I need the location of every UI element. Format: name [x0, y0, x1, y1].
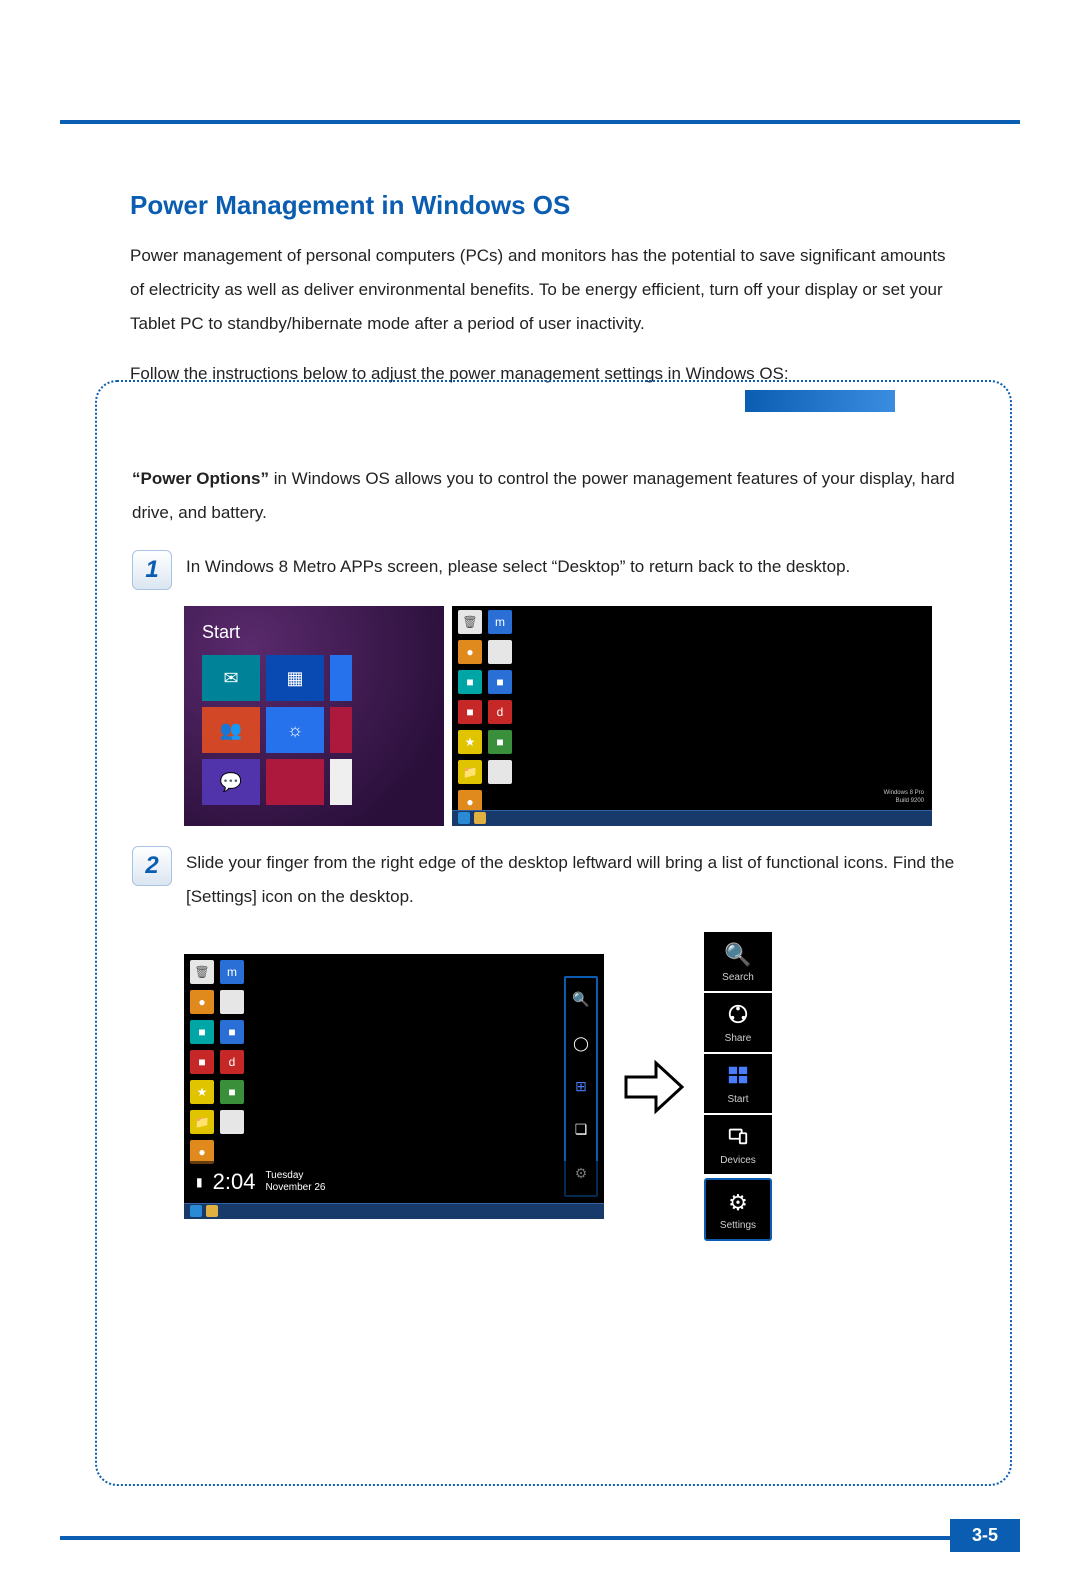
tile-ie[interactable]	[330, 655, 352, 701]
tile-people[interactable]: 👥	[202, 707, 260, 753]
charm-start[interactable]: Start	[704, 1054, 772, 1113]
clock-time: 2:04	[213, 1169, 256, 1195]
app-icon[interactable]: ★	[190, 1080, 214, 1104]
app-icon[interactable]: ■	[190, 1050, 214, 1074]
desktop-screen: 🗑 m ● ■ ■ ■ d ★ ■ 📁 ● Windows 8 Pro Buil…	[452, 606, 932, 826]
taskbar-ie-icon[interactable]	[458, 812, 470, 824]
step-badge-1: 1	[132, 550, 172, 590]
app-icon[interactable]: ■	[220, 1020, 244, 1044]
windows-logo-icon	[708, 1064, 768, 1090]
app-icon[interactable]	[220, 990, 244, 1014]
taskbar[interactable]	[452, 810, 932, 826]
recycle-bin-icon[interactable]: 🗑	[190, 960, 214, 984]
app-icon[interactable]: ■	[458, 700, 482, 724]
gear-icon: ⚙	[710, 1190, 766, 1216]
watermark-line1: Windows 8 Pro	[884, 790, 924, 798]
weather-icon: ☼	[287, 720, 304, 741]
search-icon[interactable]: 🔍	[572, 991, 589, 1008]
desktop-with-charms: 🗑 m ● ■ ■ ■ d ★ ■ 📁 ● 🔍 ◯ ⊞ ❏ ⚙	[184, 954, 604, 1219]
charm-settings[interactable]: ⚙ Settings	[704, 1178, 772, 1241]
page-number-badge: 3-5	[950, 1519, 1020, 1552]
app-icon[interactable]: ●	[458, 640, 482, 664]
app-icon[interactable]	[220, 1110, 244, 1134]
clock-overlay: ▮ 2:04 Tuesday November 26	[184, 1161, 604, 1203]
clock-date: Tuesday November 26	[265, 1170, 325, 1194]
chat-icon: 💬	[220, 772, 242, 793]
page-title: Power Management in Windows OS	[130, 190, 950, 221]
charm-share[interactable]: Share	[704, 993, 772, 1052]
charm-label: Devices	[720, 1155, 756, 1166]
charm-label: Settings	[720, 1220, 756, 1231]
app-icon[interactable]	[488, 640, 512, 664]
watermark-line2: Build 9200	[884, 798, 924, 806]
taskbar-explorer-icon[interactable]	[474, 812, 486, 824]
tile-app1[interactable]	[330, 707, 352, 753]
app-icon[interactable]	[488, 760, 512, 784]
start-tiles: ✉ ▦ 👥 ☼ 💬	[202, 655, 432, 805]
arrow-icon	[622, 1057, 686, 1117]
step-2-row: 2 Slide your finger from the right edge …	[132, 846, 975, 914]
app-icon[interactable]: ★	[458, 730, 482, 754]
tile-weather[interactable]: ☼	[266, 707, 324, 753]
app-icon[interactable]: ■	[190, 1020, 214, 1044]
charms-bar-enlarged: 🔍 Search Share Start Devices	[704, 932, 772, 1241]
step-2-text: Slide your finger from the right edge of…	[186, 846, 975, 914]
mail-icon: ✉	[223, 668, 238, 689]
desktop-icons: 🗑 m ● ■ ■ ■ d ★ ■ 📁 ●	[458, 610, 518, 814]
app-icon[interactable]: ■	[488, 730, 512, 754]
app-icon[interactable]: ■	[220, 1080, 244, 1104]
tile-store[interactable]	[330, 759, 352, 805]
app-icon[interactable]: m	[488, 610, 512, 634]
tile-mail[interactable]: ✉	[202, 655, 260, 701]
app-icon[interactable]: ■	[488, 670, 512, 694]
intro-paragraph: Power management of personal computers (…	[130, 239, 950, 341]
app-icon[interactable]: 📁	[458, 760, 482, 784]
windows8-start-screen: Start ✉ ▦ 👥 ☼ 💬	[184, 606, 444, 826]
search-icon: 🔍	[708, 942, 768, 968]
bottom-rule	[60, 1536, 1020, 1540]
tile-calendar[interactable]: ▦	[266, 655, 324, 701]
app-icon[interactable]: 📁	[190, 1110, 214, 1134]
start-label: Start	[202, 622, 432, 643]
instruction-box: “Power Options” in Windows OS allows you…	[95, 380, 1012, 1486]
tile-messaging[interactable]: 💬	[202, 759, 260, 805]
step-1-row: 1 In Windows 8 Metro APPs screen, please…	[132, 550, 975, 590]
calendar-icon: ▦	[286, 668, 303, 689]
share-icon	[708, 1003, 768, 1029]
charm-search[interactable]: 🔍 Search	[704, 932, 772, 991]
windows-watermark: Windows 8 Pro Build 9200	[884, 790, 924, 806]
charm-label: Share	[725, 1033, 752, 1044]
recycle-bin-icon[interactable]: 🗑	[458, 610, 482, 634]
network-icon: ▮	[196, 1175, 203, 1189]
decorative-tab	[745, 390, 895, 412]
app-icon[interactable]: m	[220, 960, 244, 984]
power-options-intro: “Power Options” in Windows OS allows you…	[132, 462, 975, 530]
charm-devices[interactable]: Devices	[704, 1115, 772, 1174]
taskbar-ie-icon[interactable]	[190, 1205, 202, 1217]
devices-icon[interactable]: ❏	[575, 1121, 588, 1138]
taskbar[interactable]	[184, 1203, 604, 1219]
tile-music[interactable]	[266, 759, 324, 805]
step-badge-2: 2	[132, 846, 172, 886]
people-icon: 👥	[220, 720, 242, 741]
step-2-figure: 🗑 m ● ■ ■ ■ d ★ ■ 📁 ● 🔍 ◯ ⊞ ❏ ⚙	[184, 932, 975, 1241]
desktop-icons: 🗑 m ● ■ ■ ■ d ★ ■ 📁 ●	[190, 960, 250, 1164]
taskbar-explorer-icon[interactable]	[206, 1205, 218, 1217]
app-icon[interactable]: d	[220, 1050, 244, 1074]
app-icon[interactable]: d	[488, 700, 512, 724]
power-options-bold: “Power Options”	[132, 469, 269, 488]
app-icon[interactable]: ■	[458, 670, 482, 694]
charm-label: Search	[722, 972, 754, 983]
clock-month-day: November 26	[265, 1182, 325, 1193]
step-1-figure: Start ✉ ▦ 👥 ☼ 💬 🗑 m ● ■ ■ ■	[184, 606, 975, 826]
start-icon[interactable]: ⊞	[575, 1078, 587, 1095]
app-icon[interactable]: ●	[190, 990, 214, 1014]
content-area: Power Management in Windows OS Power man…	[130, 190, 950, 407]
devices-icon	[708, 1125, 768, 1151]
step-1-text: In Windows 8 Metro APPs screen, please s…	[186, 550, 975, 584]
clock-day: Tuesday	[265, 1170, 303, 1181]
share-icon[interactable]: ◯	[573, 1035, 589, 1052]
top-rule	[60, 120, 1020, 124]
charm-label: Start	[727, 1094, 748, 1105]
